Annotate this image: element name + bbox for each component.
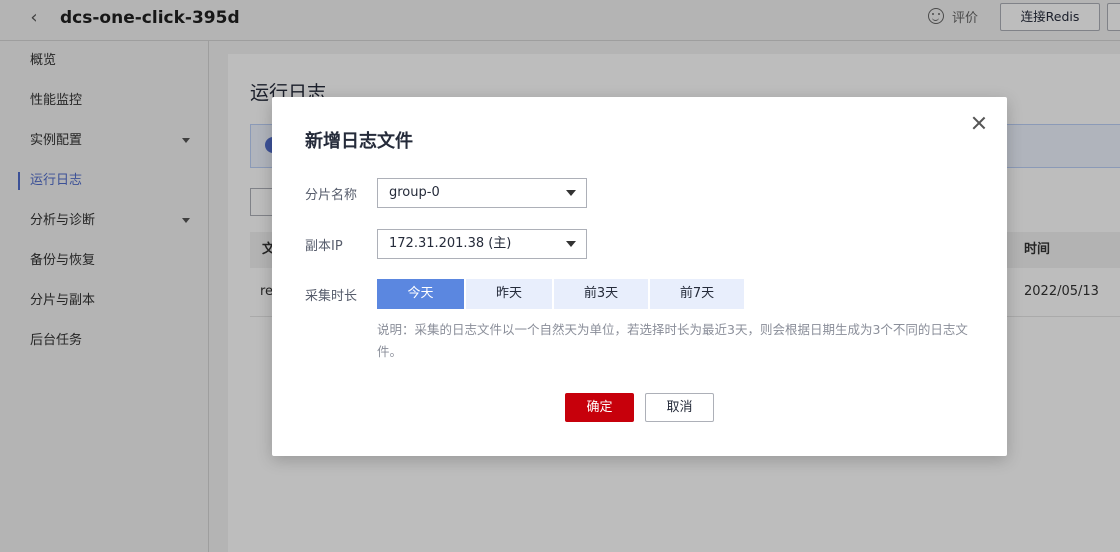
duration-label: 采集时长	[305, 289, 358, 304]
close-icon[interactable]	[970, 114, 988, 132]
duration-option-7days[interactable]: 前7天	[650, 279, 744, 309]
duration-option-3days[interactable]: 前3天	[554, 279, 648, 309]
shard-label: 分片名称	[305, 188, 358, 203]
duration-option-today[interactable]: 今天	[377, 279, 464, 309]
dialog-title: 新增日志文件	[305, 131, 413, 152]
caret-down-icon	[566, 241, 576, 247]
replica-label: 副本IP	[305, 239, 343, 254]
shard-select[interactable]: group-0	[377, 178, 587, 208]
shard-value: group-0	[389, 185, 440, 200]
add-log-dialog: 新增日志文件 分片名称 group-0 副本IP 172.31.201.38 (…	[272, 97, 1007, 456]
duration-hint: 说明：采集的日志文件以一个自然天为单位，若选择时长为最近3天，则会根据日期生成为…	[377, 322, 968, 359]
replica-select[interactable]: 172.31.201.38 (主)	[377, 229, 587, 259]
duration-option-yesterday[interactable]: 昨天	[466, 279, 552, 309]
caret-down-icon	[566, 190, 576, 196]
confirm-button[interactable]: 确定	[565, 393, 634, 422]
replica-value: 172.31.201.38 (主)	[389, 236, 512, 251]
cancel-button[interactable]: 取消	[645, 393, 714, 422]
